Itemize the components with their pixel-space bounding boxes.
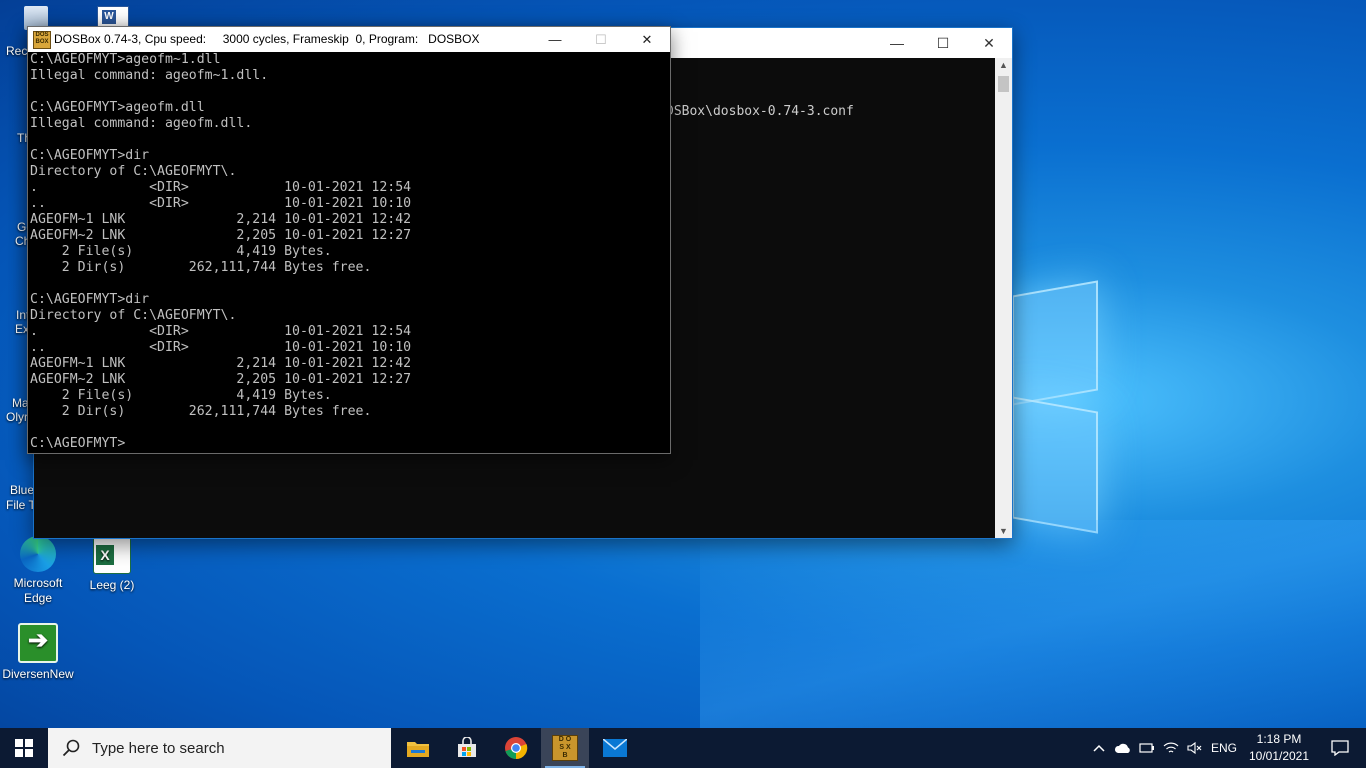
terminal-line: . <DIR> 10-01-2021 12:54 (30, 324, 412, 339)
desktop-label-blue: Blue (10, 483, 35, 497)
arrow-shortcut-icon: ➔ (18, 623, 58, 663)
dosbox-title: DOSBox 0.74-3, Cpu speed: 3000 cycles, F… (54, 32, 480, 46)
terminal-line: C:\AGEOFMYT> (30, 436, 126, 451)
terminal-line: Illegal command: ageofm~1.dll. (30, 68, 269, 83)
excel-file-icon: X (93, 536, 131, 574)
network-wifi-icon[interactable] (1160, 728, 1182, 768)
taskbar-search-box[interactable]: Type here to search (48, 728, 391, 768)
dosbox-titlebar[interactable]: DOS BOX DOSBox 0.74-3, Cpu speed: 3000 cy… (28, 27, 670, 52)
scroll-up-icon[interactable]: ▲ (999, 60, 1008, 70)
notification-icon (1331, 740, 1349, 756)
taskbar-chrome[interactable] (492, 728, 540, 768)
tray-show-hidden-icon[interactable] (1088, 728, 1110, 768)
terminal-line: .. <DIR> 10-01-2021 10:10 (30, 196, 412, 211)
dosbox-icon: D OS XB (552, 735, 578, 761)
console-minimize-button[interactable]: — (874, 28, 920, 58)
desktop-icon-diversen[interactable]: ➔ DiversenNew (0, 623, 76, 682)
desktop-label-olyr: Olyr (6, 410, 28, 424)
terminal-line: 2 Dir(s) 262,111,744 Bytes free. (30, 260, 372, 275)
dosbox-app-icon: DOS BOX (33, 31, 51, 49)
terminal-line: C:\AGEOFMYT>dir (30, 292, 150, 307)
start-button[interactable] (0, 728, 48, 768)
terminal-line: Illegal command: ageofm.dll. (30, 116, 253, 131)
dosbox-screen[interactable]: C:\AGEOFMYT>ageofm~1.dll Illegal command:… (30, 52, 670, 453)
desktop-icon-leeg[interactable]: X Leeg (2) (74, 536, 150, 593)
console-maximize-button[interactable]: ☐ (920, 28, 966, 58)
wallpaper-logo-pane-tl (1012, 280, 1098, 406)
mail-icon (603, 739, 627, 757)
dosbox-close-button[interactable]: ✕ (624, 27, 670, 52)
taskbar-file-explorer[interactable] (394, 728, 442, 768)
scroll-down-icon[interactable]: ▼ (999, 526, 1008, 536)
terminal-line: 2 File(s) 4,419 Bytes. (30, 244, 332, 259)
terminal-line: C:\AGEOFMYT>ageofm~1.dll (30, 52, 221, 67)
chrome-icon (505, 737, 528, 760)
volume-muted-icon[interactable] (1184, 728, 1206, 768)
terminal-line: C:\AGEOFMYT>dir (30, 148, 150, 163)
console-close-button[interactable]: ✕ (966, 28, 1012, 58)
console-scrollbar[interactable]: ▲ ▼ (995, 58, 1012, 538)
onedrive-icon[interactable] (1112, 728, 1134, 768)
console-scroll-thumb[interactable] (998, 76, 1009, 92)
taskbar-mail[interactable] (591, 728, 639, 768)
terminal-line: C:\AGEOFMYT>ageofm.dll (30, 100, 205, 115)
clock-time: 1:18 PM (1256, 732, 1302, 746)
terminal-line: 2 File(s) 4,419 Bytes. (30, 388, 332, 403)
terminal-line: Directory of C:\AGEOFMYT\. (30, 308, 237, 323)
language-indicator[interactable]: ENG (1208, 728, 1240, 768)
desktop-label-recycle: Rec (6, 44, 28, 58)
dosbox-minimize-button[interactable]: — (532, 27, 578, 52)
terminal-line: . <DIR> 10-01-2021 12:54 (30, 180, 412, 195)
windows-icon (15, 739, 33, 757)
desktop-icon-edge[interactable]: Microsoft Edge (0, 536, 76, 606)
taskbar-clock[interactable]: 1:18 PM 10/01/2021 (1244, 731, 1314, 765)
folder-icon (407, 742, 429, 757)
terminal-line: 2 Dir(s) 262,111,744 Bytes free. (30, 404, 372, 419)
wallpaper-beam (700, 520, 1366, 730)
terminal-line: AGEOFM~2 LNK 2,205 10-01-2021 12:27 (30, 228, 412, 243)
terminal-line: AGEOFM~1 LNK 2,214 10-01-2021 12:42 (30, 212, 412, 227)
desktop-icon-label: Leeg (2) (89, 578, 135, 592)
terminal-line: AGEOFM~2 LNK 2,205 10-01-2021 12:27 (30, 372, 412, 387)
terminal-line: Directory of C:\AGEOFMYT\. (30, 164, 237, 179)
edge-icon (20, 536, 56, 572)
store-icon (458, 737, 476, 757)
search-placeholder: Type here to search (92, 739, 225, 757)
action-center-button[interactable] (1314, 728, 1366, 768)
wallpaper-logo-pane-bl (1012, 396, 1098, 534)
taskbar-dosbox[interactable]: D OS XB (541, 728, 589, 768)
terminal-line: AGEOFM~1 LNK 2,214 10-01-2021 12:42 (30, 356, 412, 371)
clock-date: 10/01/2021 (1248, 749, 1310, 763)
dosbox-maximize-button[interactable]: ☐ (578, 27, 624, 52)
desktop-icon-label: DiversenNew (2, 667, 74, 681)
desktop-icon-label: Microsoft Edge (13, 576, 63, 605)
battery-plug-icon[interactable] (1136, 728, 1158, 768)
taskbar-store[interactable] (443, 728, 491, 768)
terminal-line: .. <DIR> 10-01-2021 10:10 (30, 340, 412, 355)
dosbox-window[interactable]: DOS BOX DOSBox 0.74-3, Cpu speed: 3000 cy… (27, 26, 671, 454)
taskbar: Type here to search D OS XB ENG 1:18 PM … (0, 728, 1366, 768)
search-icon (62, 739, 80, 757)
console-config-path: DSBox\dosbox-0.74-3.conf (666, 104, 854, 119)
